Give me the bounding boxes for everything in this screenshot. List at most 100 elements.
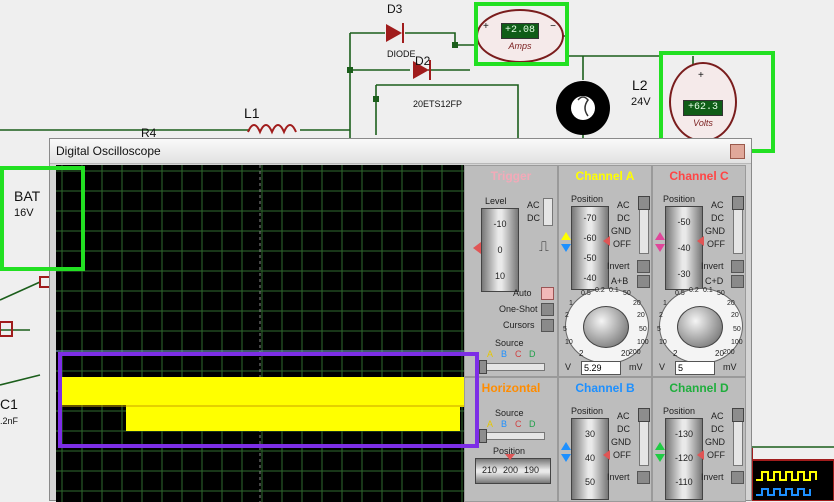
trigger-source-d[interactable]: D	[529, 349, 536, 359]
label-diode: DIODE	[387, 49, 416, 59]
trigger-tick: 0	[497, 245, 503, 255]
channel-b-invert-label: Invert	[607, 472, 630, 482]
channel-c-tick: -30	[677, 269, 691, 279]
channel-d-invert-button[interactable]	[731, 471, 744, 484]
channel-a-edge-20: 20	[621, 349, 630, 358]
channel-a-combine-button[interactable]	[637, 275, 650, 288]
channel-a-tick: -40	[583, 273, 597, 283]
channel-a-value[interactable]: 5.29	[581, 361, 621, 375]
trigger-level-drum[interactable]: -10 0 10	[481, 208, 519, 292]
channel-c-mode-gnd: GND	[705, 226, 725, 236]
channel-c-scale-label: 100	[731, 339, 743, 346]
channel-a-scale-label: 0.5	[581, 290, 591, 297]
label-d2: D2	[415, 54, 431, 68]
channel-b-up-icon[interactable]	[561, 442, 571, 450]
channel-a-scale-label: 10	[565, 339, 573, 346]
channel-a-scale-label: 50	[623, 290, 631, 297]
horizontal-position-drum[interactable]: 210 200 190	[475, 458, 551, 484]
channel-c-up-icon[interactable]	[655, 232, 665, 240]
channel-a-mode-thumb[interactable]	[638, 196, 650, 210]
horizontal-source-a[interactable]: A	[487, 419, 493, 429]
channel-c-marker-icon	[697, 236, 704, 246]
channel-a-mode-dc: DC	[617, 213, 630, 223]
channel-a-scale-label: 1	[569, 300, 573, 307]
channel-b-mode-ac: AC	[617, 411, 630, 421]
channel-d-tick: -110	[675, 477, 693, 487]
channel-a-scale-label: 20	[637, 312, 645, 319]
channel-b-down-icon[interactable]	[561, 454, 571, 462]
channel-b-tick: 30	[584, 429, 595, 439]
trigger-oneshot-button[interactable]	[541, 303, 554, 316]
horizontal-source-b[interactable]: B	[501, 419, 507, 429]
channel-d-tick: -130	[674, 429, 693, 439]
label-d2-part: 20ETS12FP	[413, 99, 463, 109]
horizontal-source-c[interactable]: C	[515, 419, 522, 429]
label-d3: D3	[387, 2, 403, 16]
trigger-dc-label: DC	[527, 213, 540, 223]
trigger-source-thumb[interactable]	[479, 360, 487, 374]
trigger-source-b[interactable]: B	[501, 349, 507, 359]
trigger-cursors-button[interactable]	[541, 319, 554, 332]
channel-a-scale-label: 5	[563, 326, 567, 333]
trigger-edge-icon[interactable]: ⎍	[539, 238, 549, 255]
channel-b-invert-button[interactable]	[637, 471, 650, 484]
channel-d-position-label: Position	[663, 406, 696, 416]
window-titlebar[interactable]: Digital Oscilloscope	[50, 139, 751, 164]
channel-a-mode-off: OFF	[613, 239, 631, 249]
label-l2: L2	[632, 77, 648, 93]
channel-c-scale-knob[interactable]	[677, 306, 723, 348]
scope-grid	[56, 165, 464, 502]
channel-c-scale-label: 50	[733, 326, 741, 333]
horizontal-source-slider[interactable]	[479, 432, 545, 440]
channel-b-position-label: Position	[571, 406, 604, 416]
channel-c-position-drum[interactable]: -50 -40 -30	[665, 206, 703, 290]
channel-a-invert-button[interactable]	[637, 260, 650, 273]
scope-screen[interactable]	[56, 165, 464, 502]
channel-d-mode-thumb[interactable]	[732, 408, 744, 422]
channel-c-mode-off: OFF	[707, 239, 725, 249]
horizontal-source-thumb[interactable]	[479, 429, 487, 443]
channel-a-tick: -70	[583, 213, 597, 223]
horizontal-source-label: Source	[495, 408, 524, 418]
channel-a-tick: -50	[583, 253, 597, 263]
channel-c-combine-button[interactable]	[731, 275, 744, 288]
horizontal-marker-icon	[505, 454, 515, 460]
channel-d-down-icon[interactable]	[655, 454, 665, 462]
channel-a-scale-label: 0.1	[609, 287, 619, 294]
trigger-source-c[interactable]: C	[515, 349, 522, 359]
channel-a-invert-label: Invert	[607, 261, 630, 271]
channel-b-mode-dc: DC	[617, 424, 630, 434]
highlight-ammeter	[474, 2, 569, 66]
channel-c-value[interactable]: 5	[675, 361, 715, 375]
trigger-tick: -10	[493, 219, 507, 229]
channel-b-mode-gnd: GND	[611, 437, 631, 447]
channel-a-scale-label: 200	[629, 349, 641, 356]
channel-b-mode-thumb[interactable]	[638, 408, 650, 422]
channel-a-down-icon[interactable]	[561, 244, 571, 252]
channel-c-scale-label: 0.2	[689, 287, 699, 294]
trigger-level-arrow-icon	[473, 242, 481, 254]
channel-a-panel: Channel A Position -70 -60 -50 -40 AC DC…	[558, 165, 652, 377]
channel-c-scale-label: 50	[717, 290, 725, 297]
trigger-coupling-switch[interactable]	[543, 198, 553, 226]
channel-c-scale-label: 1	[663, 300, 667, 307]
trigger-source-a[interactable]: A	[487, 349, 493, 359]
channel-c-mode-thumb[interactable]	[732, 196, 744, 210]
channel-c-down-icon[interactable]	[655, 244, 665, 252]
channel-a-up-icon[interactable]	[561, 232, 571, 240]
channel-a-position-drum[interactable]: -70 -60 -50 -40	[571, 206, 609, 290]
label-l1: L1	[244, 105, 260, 121]
horizontal-source-d[interactable]: D	[529, 419, 536, 429]
channel-c-scale-label: 20	[727, 300, 735, 307]
close-button[interactable]	[730, 144, 745, 159]
channel-c-scale-label: 10	[659, 339, 667, 346]
trigger-auto-button[interactable]	[541, 287, 554, 300]
channel-a-scale-label: 0.2	[595, 287, 605, 294]
channel-b-panel: Channel B Position 30 40 50 AC DC GND OF…	[558, 377, 652, 502]
channel-a-scale-knob[interactable]	[583, 306, 629, 348]
channel-c-invert-button[interactable]	[731, 260, 744, 273]
trigger-auto-label: Auto	[513, 288, 532, 298]
window-title: Digital Oscilloscope	[56, 144, 161, 158]
trigger-source-slider[interactable]	[479, 363, 545, 371]
channel-d-up-icon[interactable]	[655, 442, 665, 450]
